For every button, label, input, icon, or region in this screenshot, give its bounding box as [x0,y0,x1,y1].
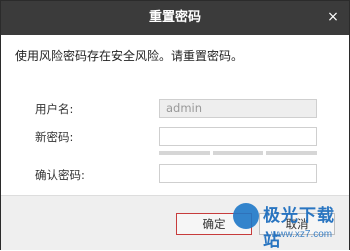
dialog-footer: 确定 取消 [1,195,349,250]
strength-segment [159,151,210,155]
warning-message: 使用风险密码存在安全风险。请重置密码。 [15,49,244,63]
confirm-password-field[interactable] [159,164,317,183]
cancel-button[interactable]: 取消 [259,213,335,235]
close-icon[interactable]: × [323,7,343,27]
strength-segment [212,151,264,155]
titlebar: 重置密码 × [1,1,349,35]
new-password-label: 新密码: [35,130,74,144]
password-strength-meter [159,151,318,155]
new-password-field[interactable] [159,127,317,146]
confirm-button[interactable]: 确定 [176,213,252,235]
reset-password-dialog: 重置密码 × 使用风险密码存在安全风险。请重置密码。 用户名: admin 新密… [0,0,350,251]
username-field: admin [159,99,317,118]
confirm-password-label: 确认密码: [35,168,85,182]
username-label: 用户名: [35,102,74,116]
strength-segment [266,151,318,155]
dialog-content: 使用风险密码存在安全风险。请重置密码。 用户名: admin 新密码: 确认密码… [1,35,349,195]
dialog-title: 重置密码 [148,10,201,25]
